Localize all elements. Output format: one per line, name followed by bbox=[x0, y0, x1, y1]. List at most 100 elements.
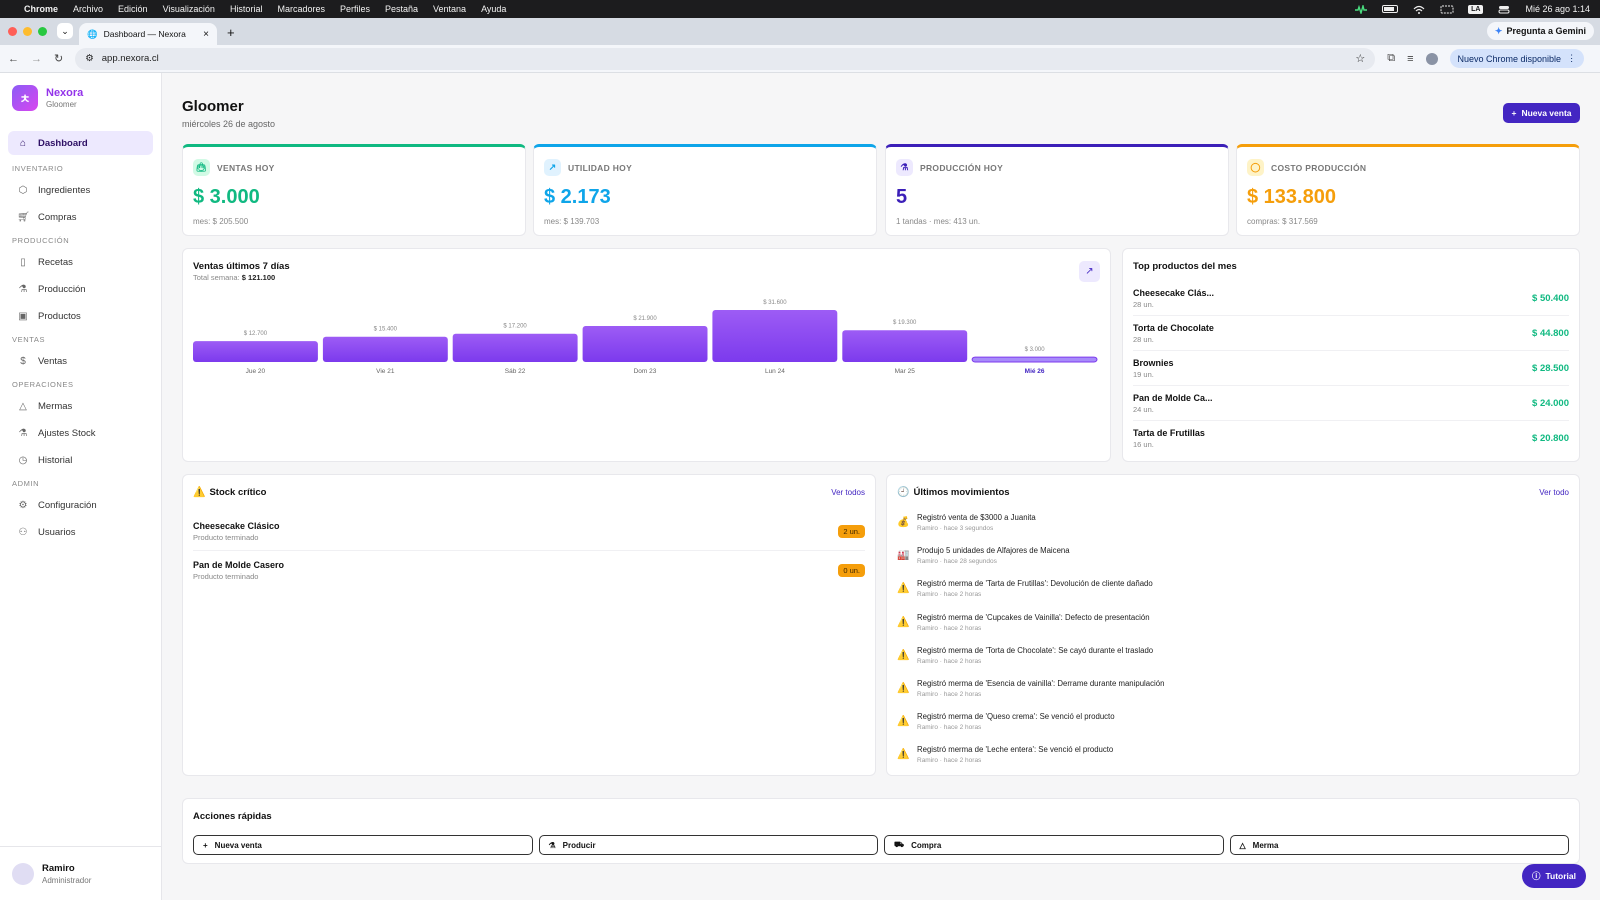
profile-avatar[interactable] bbox=[1425, 52, 1438, 65]
list-item[interactable]: Brownies 19 un. $ 28.500 bbox=[1133, 351, 1569, 386]
menu-marcadores[interactable]: Marcadores bbox=[277, 4, 325, 14]
more-menu-icon[interactable]: ⋮ bbox=[1567, 53, 1576, 64]
gemini-button[interactable]: ✦ Pregunta a Gemini bbox=[1486, 22, 1594, 40]
url-text[interactable]: app.nexora.cl bbox=[102, 53, 159, 64]
flask-icon: ⚗ bbox=[548, 840, 556, 850]
quick-purchase-button[interactable]: ⛟ Compra bbox=[884, 835, 1224, 855]
tab-dashboard[interactable]: 🌐 Dashboard — Nexora × bbox=[79, 23, 217, 45]
sidebar-item-mermas[interactable]: △ Mermas bbox=[8, 394, 153, 418]
extensions-icon[interactable]: ⧉ bbox=[1387, 52, 1395, 65]
menu-pestana[interactable]: Pestaña bbox=[385, 4, 418, 14]
close-tab-icon[interactable]: × bbox=[203, 29, 209, 40]
reload-icon[interactable]: ↻ bbox=[54, 52, 63, 65]
list-item[interactable]: Cheesecake Clás... 28 un. $ 50.400 bbox=[1133, 281, 1569, 316]
list-item[interactable]: Tarta de Frutillas 16 un. $ 20.800 bbox=[1133, 421, 1569, 456]
sidebar-item-compras[interactable]: 🛒︎ Compras bbox=[8, 205, 153, 229]
browser-toolbar: ← → ↻ ⚙ app.nexora.cl ☆ ⧉ ≡ Nuevo Chrome… bbox=[0, 45, 1600, 73]
sidebar-item-produccion[interactable]: ⚗ Producción bbox=[8, 277, 153, 301]
forward-icon[interactable]: → bbox=[31, 53, 42, 65]
activity-icon[interactable] bbox=[1354, 4, 1368, 14]
stat-card-ventas: 👜︎ VENTAS HOY $ 3.000 mes: $ 205.500 bbox=[182, 144, 526, 236]
sidebar-item-dashboard[interactable]: ⌂ Dashboard bbox=[8, 131, 153, 155]
menu-perfiles[interactable]: Perfiles bbox=[340, 4, 370, 14]
quick-produce-button[interactable]: ⚗ Producir bbox=[538, 835, 878, 855]
chart-bar[interactable] bbox=[842, 330, 968, 362]
user-name: Ramiro bbox=[42, 862, 75, 874]
sidebar-item-ajustes-stock[interactable]: ⚗ Ajustes Stock bbox=[8, 421, 153, 445]
quick-new-sale-button[interactable]: + Nueva venta bbox=[193, 835, 533, 855]
gemini-sparkle-icon: ✦ bbox=[1494, 25, 1503, 36]
movement-text: Registró venta de $3000 a Juanita bbox=[917, 513, 1036, 522]
tutorial-button[interactable]: ⓘ Tutorial bbox=[1521, 864, 1586, 888]
close-window-button[interactable] bbox=[8, 27, 17, 36]
new-tab-button[interactable]: + bbox=[227, 25, 235, 40]
top-products-list: Cheesecake Clás... 28 un. $ 50.400 Torta … bbox=[1133, 281, 1569, 456]
plus-icon: + bbox=[203, 840, 208, 850]
window-controls bbox=[0, 27, 55, 45]
product-value: $ 24.000 bbox=[1532, 397, 1569, 409]
chrome-update-button[interactable]: Nuevo Chrome disponible ⋮ bbox=[1449, 49, 1585, 68]
view-all-movements-link[interactable]: Ver todo bbox=[1539, 488, 1569, 497]
quick-action-label: Nueva venta bbox=[214, 840, 262, 850]
menu-ventana[interactable]: Ventana bbox=[433, 4, 466, 14]
list-item: 💰 Registró venta de $3000 a Juanita Ramiro… bbox=[897, 511, 1569, 544]
sidebar-item-historial[interactable]: ◷ Historial bbox=[8, 448, 153, 472]
list-item[interactable]: Cheesecake Clásico Producto terminado 2 u… bbox=[193, 513, 865, 551]
chart-bar[interactable] bbox=[712, 310, 838, 362]
list-item[interactable]: Torta de Chocolate 28 un. $ 44.800 bbox=[1133, 316, 1569, 351]
list-item: ⚠️ Registró merma de 'Tarta de Frutillas'… bbox=[897, 577, 1569, 610]
wifi-icon[interactable] bbox=[1412, 5, 1426, 14]
menubar-clock[interactable]: Mié 26 ago 1:14 bbox=[1525, 4, 1590, 14]
sidebar-item-productos[interactable]: ▣ Productos bbox=[8, 304, 153, 328]
sidebar-item-usuarios[interactable]: ⚇ Usuarios bbox=[8, 520, 153, 544]
list-item: ⚠️ Registró merma de 'Leche entera': Se v… bbox=[897, 743, 1569, 776]
product-name: Pan de Molde Ca... bbox=[1133, 392, 1213, 403]
list-item[interactable]: Pan de Molde Ca... 24 un. $ 24.000 bbox=[1133, 386, 1569, 421]
zoom-window-button[interactable] bbox=[38, 27, 47, 36]
list-item: ⚠️ Registró merma de 'Queso crema': Se ve… bbox=[897, 710, 1569, 743]
menu-visualizacion[interactable]: Visualización bbox=[163, 4, 215, 14]
sidebar-item-ingredientes[interactable]: ⬡ Ingredientes bbox=[8, 178, 153, 202]
list-item[interactable]: Pan de Molde Casero Producto terminado 0 … bbox=[193, 551, 865, 589]
sales-chart-card: Ventas últimos 7 días Total semana: $ 12… bbox=[182, 248, 1111, 462]
minimize-window-button[interactable] bbox=[23, 27, 32, 36]
sidebar-item-configuracion[interactable]: ⚙ Configuración bbox=[8, 493, 153, 517]
chart-bar[interactable] bbox=[193, 341, 318, 362]
user-profile[interactable]: Ramiro Administrador bbox=[0, 846, 161, 900]
chart-bar[interactable] bbox=[452, 333, 578, 362]
menu-archivo[interactable]: Archivo bbox=[73, 4, 103, 14]
menu-historial[interactable]: Historial bbox=[230, 4, 263, 14]
sidebar-item-ventas[interactable]: $ Ventas bbox=[8, 349, 153, 373]
sidebar-item-recetas[interactable]: ▯ Recetas bbox=[8, 250, 153, 274]
money-bag-icon: 💰 bbox=[897, 517, 910, 528]
quick-action-label: Compra bbox=[911, 840, 942, 850]
chart-bar[interactable] bbox=[322, 336, 448, 362]
quick-waste-button[interactable]: △ Merma bbox=[1229, 835, 1569, 855]
menu-app-name[interactable]: Chrome bbox=[24, 4, 58, 14]
sidebar-item-label: Historial bbox=[38, 454, 73, 466]
brand[interactable]: ㅊ Nexora Gloomer bbox=[0, 73, 161, 123]
screen-mirror-icon[interactable] bbox=[1440, 5, 1454, 14]
new-sale-button[interactable]: + Nueva venta bbox=[1503, 103, 1580, 123]
warning-icon: △ bbox=[19, 400, 27, 412]
movement-text: Registró merma de 'Leche entera': Se ven… bbox=[917, 745, 1114, 755]
quick-action-label: Producir bbox=[562, 840, 596, 850]
input-source-badge[interactable]: LA bbox=[1468, 4, 1484, 14]
site-settings-icon[interactable]: ⚙ bbox=[85, 53, 94, 64]
tab-search-button[interactable]: ⌄ bbox=[57, 23, 73, 39]
nexora-logo-icon: ㅊ bbox=[12, 85, 38, 111]
battery-icon[interactable] bbox=[1382, 5, 1399, 13]
view-all-stock-link[interactable]: Ver todos bbox=[831, 488, 865, 497]
address-bar[interactable]: ⚙ app.nexora.cl ☆ bbox=[75, 47, 1376, 70]
bookmark-star-icon[interactable]: ☆ bbox=[1355, 52, 1365, 65]
stat-label: VENTAS HOY bbox=[217, 162, 275, 173]
menu-ayuda[interactable]: Ayuda bbox=[481, 4, 506, 14]
users-icon: ⚇ bbox=[18, 526, 28, 538]
control-center-icon[interactable] bbox=[1497, 5, 1511, 14]
chart-bar[interactable] bbox=[582, 326, 708, 362]
media-control-icon[interactable]: ≡ bbox=[1407, 53, 1413, 65]
back-icon[interactable]: ← bbox=[8, 53, 19, 65]
dollar-icon: $ bbox=[20, 355, 26, 367]
menu-edicion[interactable]: Edición bbox=[118, 4, 148, 14]
chart-bar[interactable] bbox=[971, 356, 1098, 363]
